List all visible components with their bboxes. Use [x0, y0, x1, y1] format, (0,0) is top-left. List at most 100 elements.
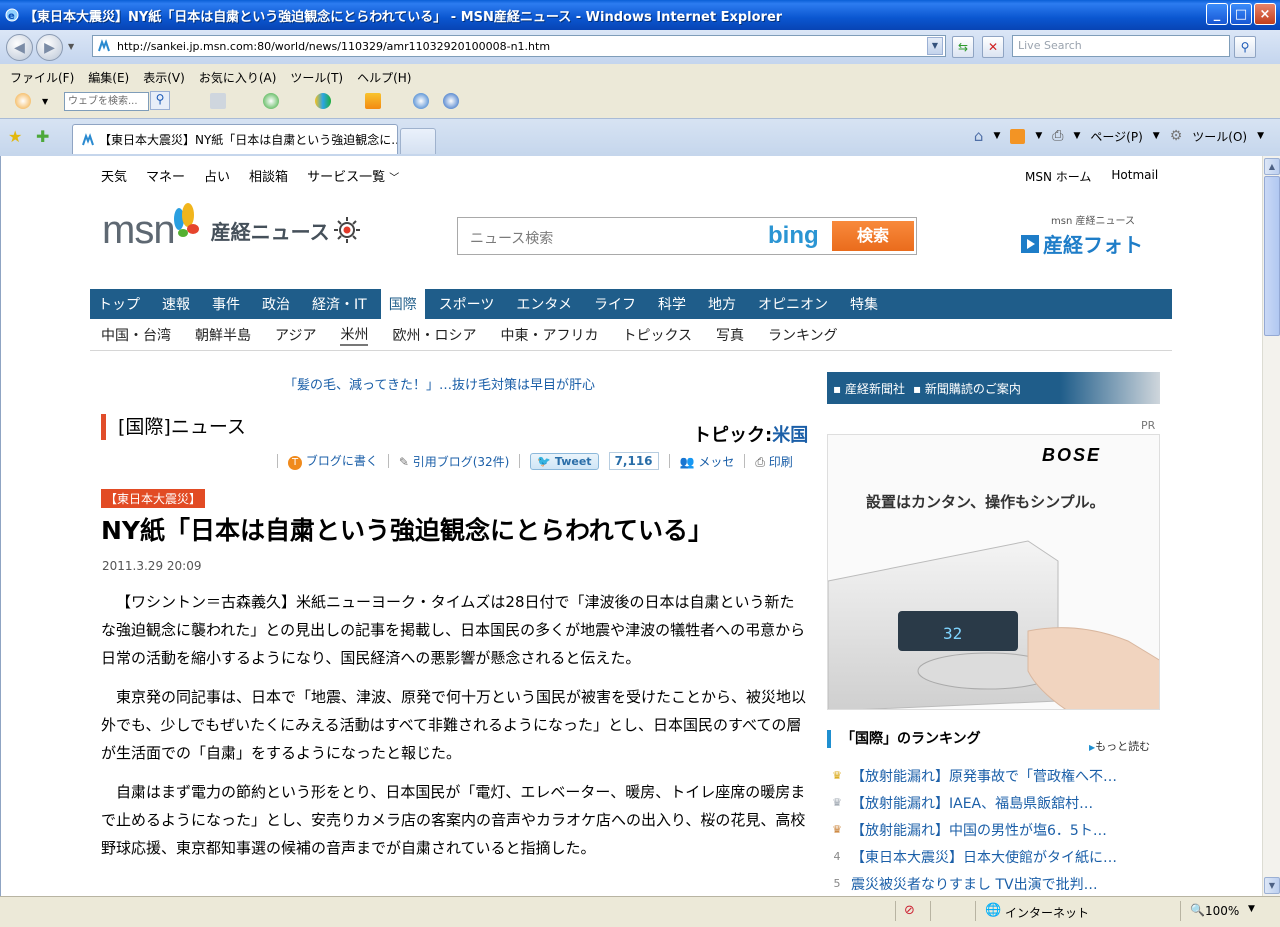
- refresh-icon[interactable]: ⇆: [952, 36, 974, 58]
- blog-button[interactable]: T ブログに書く: [288, 452, 378, 470]
- menu-view[interactable]: 表示(V): [143, 69, 185, 86]
- feeds-icon[interactable]: [1010, 128, 1026, 144]
- news-search-input[interactable]: ニュース検索: [470, 228, 553, 248]
- add-favorites-icon[interactable]: ✚: [36, 127, 49, 146]
- scroll-thumb[interactable]: [1264, 176, 1280, 336]
- subnav-item-americas[interactable]: 米州: [340, 324, 369, 346]
- print-toolbar-icon[interactable]: ⎙: [1052, 128, 1063, 144]
- scroll-down-icon[interactable]: ▼: [1264, 877, 1280, 894]
- util-link-services[interactable]: サービス一覧 ﹀: [307, 166, 399, 185]
- windows-logo-icon[interactable]: [15, 93, 31, 109]
- subnav-item-europe[interactable]: 欧州・ロシア: [392, 325, 476, 345]
- feeds-chevron-icon[interactable]: ▼: [1035, 131, 1042, 141]
- maximize-button[interactable]: □: [1230, 3, 1252, 25]
- tools-chevron-icon[interactable]: ▼: [1257, 131, 1264, 141]
- util-link-money[interactable]: マネー: [146, 166, 185, 185]
- search-icon[interactable]: ⚲: [1234, 36, 1256, 58]
- nav-item-international[interactable]: 国際: [380, 288, 425, 320]
- subnav-item-asia[interactable]: アジア: [275, 325, 316, 345]
- nav-item-life[interactable]: ライフ: [594, 294, 636, 314]
- stop-icon[interactable]: ✕: [982, 36, 1004, 58]
- address-bar[interactable]: http://sankei.jp.msn.com:80/world/news/1…: [92, 35, 946, 57]
- list-item[interactable]: 4 【東日本大震災】日本大使館がタイ紙に…: [827, 843, 1167, 870]
- minimize-button[interactable]: _: [1206, 3, 1228, 25]
- tools-menu[interactable]: ツール(O): [1192, 128, 1247, 145]
- msn-home-link[interactable]: MSN ホーム: [1025, 168, 1091, 185]
- tab-current[interactable]: 【東日本大震災】NY紙「日本は自粛という強迫観念に...: [72, 124, 398, 154]
- tweet-button[interactable]: 🐦 Tweet: [530, 452, 599, 470]
- page-chevron-icon[interactable]: ▼: [1153, 131, 1160, 141]
- popup-blocked-icon[interactable]: ⊘: [904, 903, 915, 918]
- util-link-fortune[interactable]: 占い: [204, 166, 230, 185]
- menu-favorites[interactable]: お気に入り(A): [199, 69, 277, 86]
- recent-pages-chevron-icon[interactable]: ▼: [68, 42, 74, 51]
- util-link-weather[interactable]: 天気: [101, 166, 127, 185]
- favorites-star-icon[interactable]: ★: [8, 127, 22, 146]
- info-icon[interactable]: [413, 93, 429, 109]
- search-button[interactable]: 検索: [832, 221, 914, 251]
- subnav-item-ranking[interactable]: ランキング: [768, 325, 838, 345]
- zoom-icon[interactable]: 🔍: [1190, 903, 1205, 917]
- vertical-scrollbar[interactable]: ▲ ▼: [1262, 156, 1280, 896]
- bose-advertisement[interactable]: BOSE 設置はカンタン、操作もシンプル。 32: [827, 434, 1160, 710]
- help-icon[interactable]: [443, 93, 459, 109]
- home-chevron-icon[interactable]: ▼: [993, 131, 1000, 141]
- web-search-input[interactable]: ウェブを検索...: [64, 91, 149, 111]
- messe-button[interactable]: 👥 メッセ: [680, 453, 735, 470]
- site-logo[interactable]: msn 産経ニュース: [102, 200, 362, 260]
- close-button[interactable]: ×: [1254, 3, 1276, 25]
- msn-butterfly-icon[interactable]: [315, 93, 331, 109]
- add-icon[interactable]: [263, 93, 279, 109]
- nav-item-opinion[interactable]: オピニオン: [758, 294, 828, 314]
- sankei-photo-link[interactable]: msn 産経ニュース 産経フォト: [1021, 212, 1171, 260]
- zoom-level[interactable]: 100%: [1205, 904, 1239, 918]
- messenger-icon[interactable]: [365, 93, 381, 109]
- menu-file[interactable]: ファイル(F): [10, 69, 74, 86]
- subnav-item-photos[interactable]: 写真: [716, 325, 744, 345]
- zoom-chevron-icon[interactable]: ▼: [1248, 904, 1255, 914]
- subnav-item-china[interactable]: 中国・台湾: [101, 325, 171, 345]
- address-dropdown-icon[interactable]: ▼: [927, 37, 943, 55]
- new-tab-button[interactable]: [400, 128, 436, 154]
- subscription-banner[interactable]: ▪ 産経新聞社 ▪ 新聞購読のご案内: [827, 372, 1160, 404]
- nav-item-local[interactable]: 地方: [708, 294, 736, 314]
- nav-item-incidents[interactable]: 事件: [212, 294, 240, 314]
- home-icon[interactable]: ⌂: [974, 127, 984, 145]
- list-item[interactable]: 5 震災被災者なりすまし TV出演で批判…: [827, 870, 1167, 896]
- print-button[interactable]: ⎙ 印刷: [755, 453, 792, 470]
- back-button[interactable]: ◀: [6, 34, 33, 61]
- web-search-button-icon[interactable]: ⚲: [150, 91, 170, 110]
- nav-item-science[interactable]: 科学: [658, 294, 686, 314]
- menu-tools[interactable]: ツール(T): [290, 69, 343, 86]
- list-item[interactable]: ♛ 【放射能漏れ】中国の男性が塩6．5ト…: [827, 816, 1167, 843]
- subnav-item-topics[interactable]: トピックス: [622, 325, 692, 345]
- gear-icon[interactable]: ⚙: [1170, 128, 1183, 144]
- nav-item-sports[interactable]: スポーツ: [439, 294, 495, 314]
- nav-item-entertainment[interactable]: エンタメ: [516, 294, 572, 314]
- category-badge[interactable]: 【東日本大震災】: [101, 489, 206, 508]
- hotmail-link[interactable]: Hotmail: [1111, 168, 1158, 185]
- nav-item-top[interactable]: トップ: [98, 294, 140, 314]
- ranking-more-link[interactable]: ▶もっと読む: [1089, 738, 1150, 754]
- trackback-button[interactable]: ✎ 引用ブログ(32件): [399, 453, 510, 470]
- menu-help[interactable]: ヘルプ(H): [357, 69, 411, 86]
- subnav-item-korea[interactable]: 朝鮮半島: [195, 325, 251, 345]
- nav-item-breaking[interactable]: 速報: [162, 294, 190, 314]
- toolbar-page-icon[interactable]: [210, 93, 226, 109]
- menu-edit[interactable]: 編集(E): [88, 69, 129, 86]
- toolbar-chevron-icon[interactable]: ▼: [42, 97, 48, 106]
- topic-link[interactable]: 米国: [772, 425, 808, 446]
- nav-item-features[interactable]: 特集: [850, 294, 878, 314]
- nav-item-economy[interactable]: 経済・IT: [312, 294, 367, 314]
- live-search-input[interactable]: Live Search: [1012, 35, 1230, 57]
- promo-link[interactable]: 「髪の毛、減ってきた！」…抜け毛対策は早目が肝心: [284, 374, 595, 393]
- print-chevron-icon[interactable]: ▼: [1073, 131, 1080, 141]
- list-item[interactable]: ♛ 【放射能漏れ】原発事故で「菅政権へ不…: [827, 762, 1167, 789]
- subnav-item-mideast[interactable]: 中東・アフリカ: [500, 325, 598, 345]
- scroll-up-icon[interactable]: ▲: [1264, 158, 1280, 175]
- nav-item-politics[interactable]: 政治: [262, 294, 290, 314]
- list-item[interactable]: ♛ 【放射能漏れ】IAEA、福島県飯舘村…: [827, 789, 1167, 816]
- page-menu[interactable]: ページ(P): [1090, 128, 1142, 145]
- util-link-consult[interactable]: 相談箱: [249, 166, 288, 185]
- forward-button[interactable]: ▶: [36, 34, 63, 61]
